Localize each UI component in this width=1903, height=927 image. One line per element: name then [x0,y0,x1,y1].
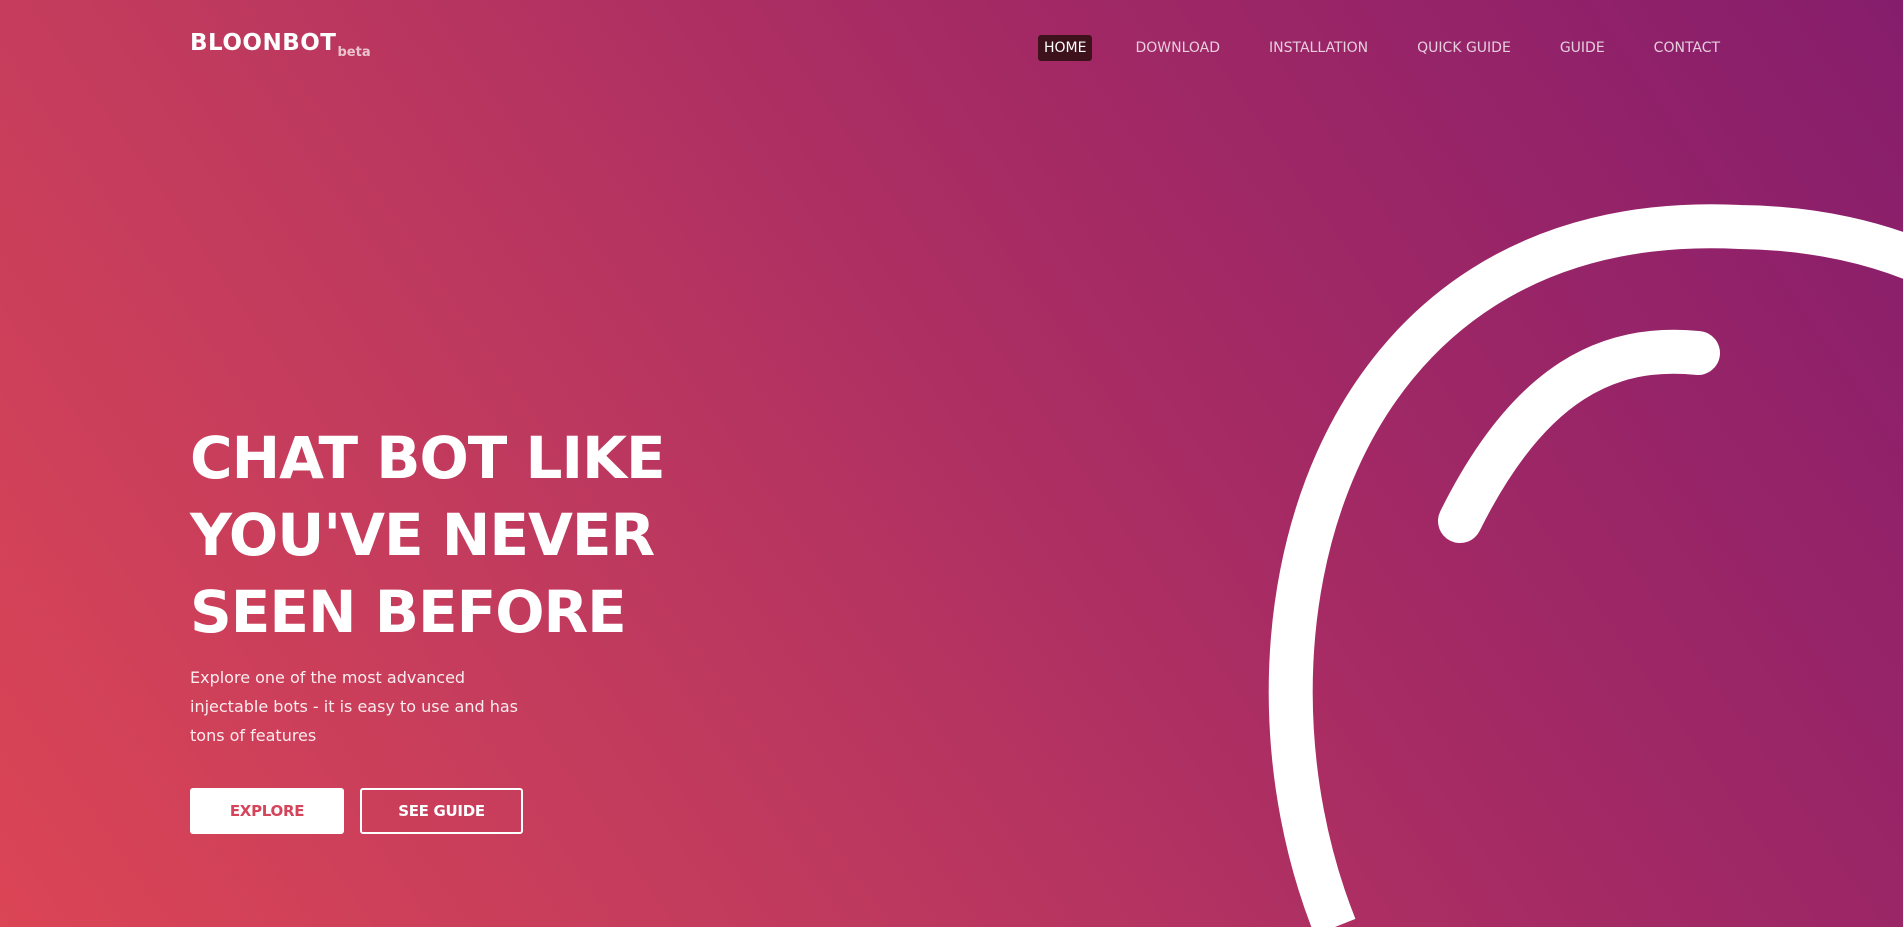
balloon-arc-icon [1268,204,1903,927]
